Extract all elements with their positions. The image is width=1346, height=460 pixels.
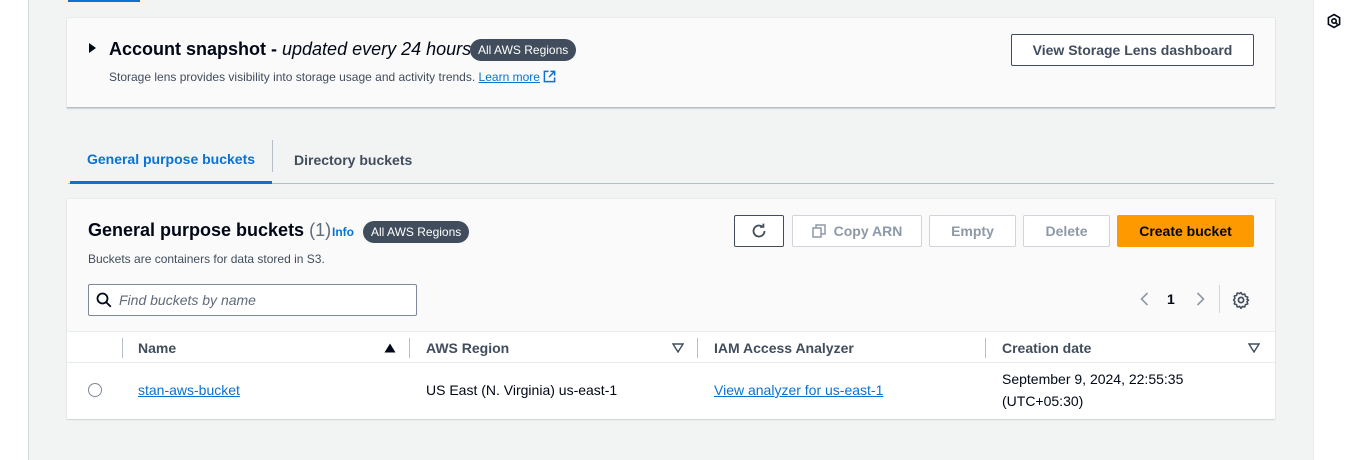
buckets-region-badge: All AWS Regions bbox=[363, 221, 470, 243]
creation-date-line2: (UTC+05:30) bbox=[1002, 393, 1084, 409]
sort-icon[interactable] bbox=[672, 343, 684, 353]
caret-right-icon[interactable] bbox=[89, 43, 96, 53]
learn-more-link[interactable]: Learn more bbox=[479, 70, 556, 84]
account-snapshot-panel: Account snapshot - updated every 24 hour… bbox=[67, 18, 1275, 108]
column-divider bbox=[985, 338, 986, 358]
search-field[interactable] bbox=[88, 284, 417, 316]
table-row: stan-aws-bucket US East (N. Virginia) us… bbox=[67, 363, 1275, 419]
table-header: Name AWS Region IAM Access Analyzer Crea… bbox=[67, 331, 1275, 363]
column-header-analyzer[interactable]: IAM Access Analyzer bbox=[714, 340, 854, 356]
copy-icon bbox=[811, 224, 826, 238]
tab-general-purpose[interactable]: General purpose buckets bbox=[70, 136, 272, 184]
column-header-region[interactable]: AWS Region bbox=[426, 340, 509, 356]
create-bucket-button[interactable]: Create bucket bbox=[1117, 215, 1254, 247]
buckets-panel: General purpose buckets (1) Info All AWS… bbox=[67, 199, 1275, 419]
refresh-button[interactable] bbox=[734, 215, 784, 247]
bucket-region: US East (N. Virginia) us-east-1 bbox=[426, 382, 618, 398]
tab-directory[interactable]: Directory buckets bbox=[294, 136, 412, 183]
page-number[interactable]: 1 bbox=[1167, 291, 1175, 307]
analyzer-link[interactable]: View analyzer for us-east-1 bbox=[714, 382, 883, 398]
right-rail bbox=[1313, 0, 1346, 460]
creation-date-line1: September 9, 2024, 22:55:35 bbox=[1002, 371, 1184, 387]
sort-icon[interactable] bbox=[1248, 343, 1260, 353]
chevron-right-icon[interactable] bbox=[1192, 291, 1208, 307]
bucket-tabs: General purpose buckets Directory bucket… bbox=[68, 136, 1274, 184]
search-input[interactable] bbox=[119, 286, 409, 314]
delete-button[interactable]: Delete bbox=[1023, 215, 1110, 247]
copy-arn-label: Copy ARN bbox=[833, 223, 903, 239]
snapshot-title-italic: updated every 24 hours bbox=[282, 39, 472, 59]
external-link-icon bbox=[543, 70, 556, 83]
column-divider bbox=[409, 338, 410, 358]
sort-ascending-icon[interactable] bbox=[384, 343, 396, 353]
buckets-count: (1) bbox=[309, 220, 332, 240]
column-divider bbox=[122, 338, 123, 358]
refresh-icon bbox=[752, 223, 766, 238]
search-icon bbox=[96, 292, 112, 308]
copy-arn-button[interactable]: Copy ARN bbox=[792, 215, 922, 247]
buckets-description: Buckets are containers for data stored i… bbox=[88, 252, 325, 266]
chevron-left-icon[interactable] bbox=[1137, 291, 1153, 307]
row-select-radio[interactable] bbox=[88, 383, 102, 397]
buckets-title: General purpose buckets (1) bbox=[88, 220, 331, 241]
info-link[interactable]: Info bbox=[332, 225, 354, 239]
empty-button[interactable]: Empty bbox=[929, 215, 1016, 247]
top-link-underline bbox=[68, 0, 140, 2]
column-header-creation-date[interactable]: Creation date bbox=[1002, 340, 1091, 356]
snapshot-title-bold: Account snapshot - bbox=[109, 39, 283, 59]
bucket-name-link[interactable]: stan-aws-bucket bbox=[138, 382, 240, 398]
snapshot-region-badge: All AWS Regions bbox=[470, 39, 577, 61]
learn-more-label: Learn more bbox=[478, 70, 540, 84]
snapshot-description: Storage lens provides visibility into st… bbox=[109, 70, 556, 84]
pager-divider bbox=[1219, 285, 1220, 313]
column-divider bbox=[697, 338, 698, 358]
rail-icon[interactable] bbox=[1326, 13, 1342, 29]
view-storage-lens-button[interactable]: View Storage Lens dashboard bbox=[1011, 34, 1254, 66]
tab-divider bbox=[272, 140, 273, 172]
settings-icon[interactable] bbox=[1232, 291, 1250, 309]
buckets-title-text: General purpose buckets bbox=[88, 220, 305, 240]
snapshot-description-text: Storage lens provides visibility into st… bbox=[109, 70, 476, 84]
column-header-name[interactable]: Name bbox=[138, 340, 176, 356]
snapshot-title[interactable]: Account snapshot - updated every 24 hour… bbox=[109, 39, 471, 60]
